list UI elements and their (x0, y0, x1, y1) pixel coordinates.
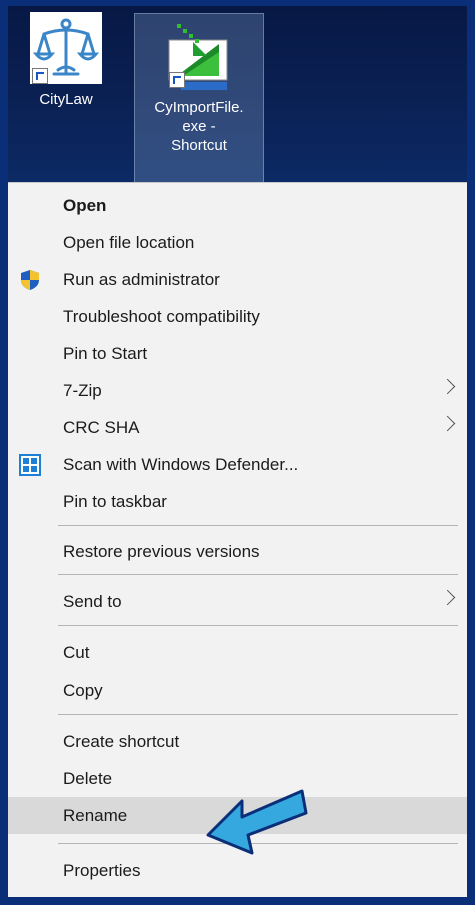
menu-item-cut[interactable]: Cut (8, 634, 467, 671)
menu-item-label: Open (63, 195, 107, 215)
menu-item-label: Restore previous versions (63, 541, 260, 561)
submenu-chevron-icon (439, 415, 456, 432)
menu-separator (58, 714, 458, 715)
menu-item-troubleshoot-compatibility[interactable]: Troubleshoot compatibility (8, 298, 467, 335)
desktop: CityLaw CyImportFile. exe - Shortcut (8, 6, 467, 184)
menu-item-label: Pin to Start (63, 343, 148, 363)
shortcut-overlay-icon (169, 72, 185, 88)
menu-separator (58, 625, 458, 626)
menu-item-label: Create shortcut (63, 731, 180, 751)
menu-item-scan-with-defender[interactable]: Scan with Windows Defender... (8, 446, 467, 483)
menu-item-label: Send to (63, 591, 122, 611)
menu-item-pin-to-start[interactable]: Pin to Start (8, 335, 467, 372)
submenu-chevron-icon (439, 378, 456, 395)
desktop-icon-label: CityLaw (39, 91, 93, 108)
menu-item-label: CRC SHA (63, 417, 140, 437)
cyimportfile-icon (163, 20, 235, 92)
menu-item-run-as-administrator[interactable]: Run as administrator (8, 261, 467, 298)
menu-item-copy[interactable]: Copy (8, 672, 467, 709)
menu-item-label: Run as administrator (63, 269, 220, 289)
menu-item-label: Rename (63, 805, 128, 825)
menu-separator (58, 525, 458, 526)
shortcut-overlay-icon (32, 68, 48, 84)
menu-item-create-shortcut[interactable]: Create shortcut (8, 723, 467, 760)
pointer-arrow-icon (202, 787, 312, 859)
menu-item-send-to[interactable]: Send to (8, 583, 467, 620)
menu-item-7zip[interactable]: 7-Zip (8, 372, 467, 409)
menu-item-label: Properties (63, 860, 141, 880)
menu-item-label: Delete (63, 768, 113, 788)
menu-item-label: Troubleshoot compatibility (63, 306, 260, 326)
menu-item-label: Open file location (63, 232, 195, 252)
menu-item-label: Pin to taskbar (63, 491, 167, 511)
menu-item-crc-sha[interactable]: CRC SHA (8, 409, 467, 446)
desktop-icon-citylaw[interactable]: CityLaw (22, 6, 110, 174)
menu-item-restore-previous-versions[interactable]: Restore previous versions (8, 533, 467, 570)
submenu-chevron-icon (439, 589, 456, 606)
menu-item-label: Cut (63, 642, 90, 662)
menu-item-label: 7-Zip (63, 380, 102, 400)
menu-item-open-file-location[interactable]: Open file location (8, 224, 467, 261)
menu-item-label: Copy (63, 680, 103, 700)
uac-shield-icon (19, 269, 41, 291)
menu-separator (58, 574, 458, 575)
menu-item-pin-to-taskbar[interactable]: Pin to taskbar (8, 483, 467, 520)
desktop-icon-label: CyImportFile. exe - Shortcut (154, 99, 244, 154)
citylaw-icon (30, 12, 102, 84)
windows-defender-icon (19, 454, 41, 476)
menu-item-open[interactable]: Open (8, 187, 467, 224)
menu-item-label: Scan with Windows Defender... (63, 454, 299, 474)
desktop-icon-cyimportfile[interactable]: CyImportFile. exe - Shortcut (134, 13, 264, 184)
